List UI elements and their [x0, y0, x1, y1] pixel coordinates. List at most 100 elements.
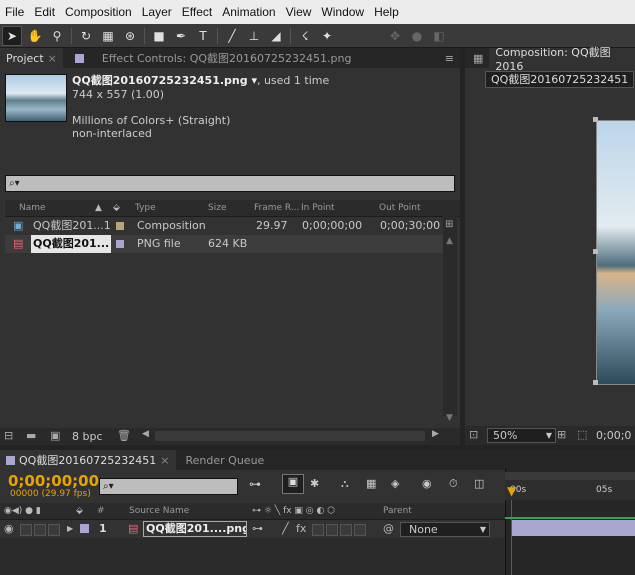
tab-effect-controls[interactable]: Effect Controls: QQ截图20160725232451.png	[69, 48, 358, 68]
timeline-search-input[interactable]: ⌕▾	[99, 478, 238, 495]
region-of-interest-icon[interactable]: ⬚	[577, 428, 587, 441]
current-time-display[interactable]: 0;00;00;00	[8, 472, 99, 490]
zoom-tool-icon[interactable]: ⚲	[48, 27, 66, 45]
col-name[interactable]: Name	[19, 200, 46, 216]
menu-effect[interactable]: Effect	[177, 5, 217, 19]
bpc-label[interactable]: 8 bpc	[72, 430, 103, 443]
puppet-tool-icon[interactable]: ✦	[318, 27, 336, 45]
table-row[interactable]: ▤ QQ截图201... PNG file 624 KB	[5, 235, 443, 253]
transform-handle[interactable]	[593, 249, 598, 254]
flowchart-icon[interactable]: ⊞	[445, 219, 453, 230]
menu-composition[interactable]: Composition	[60, 5, 137, 19]
axis-mode-icon[interactable]: ✥	[386, 27, 404, 45]
rectangle-tool-icon[interactable]: ■	[150, 27, 168, 45]
live-update-icon[interactable]: ◫	[474, 477, 484, 490]
table-row[interactable]: ◉ ▶ 1 ▤ QQ截图201....png ⊶ ╱ fx @ None ▼	[0, 520, 505, 538]
col-type[interactable]: Type	[135, 200, 156, 216]
adjustment-switch[interactable]	[340, 524, 352, 536]
brainstorm-icon[interactable]: ◉	[422, 477, 432, 490]
list-scrollbar[interactable]	[443, 216, 457, 416]
collapse-switch-icon[interactable]: ⊶	[252, 520, 263, 538]
effects-switch-icon[interactable]: fx	[296, 520, 306, 538]
project-search-input[interactable]: ⌕▾	[5, 175, 455, 192]
menu-window[interactable]: Window	[316, 5, 369, 19]
pick-whip-icon[interactable]: @	[383, 520, 394, 538]
time-ruler[interactable]: 00s 05s	[505, 480, 635, 500]
motion-blur-icon[interactable]: ▦	[366, 477, 376, 490]
playhead-line[interactable]	[511, 500, 512, 575]
scroll-right-icon[interactable]: ▶	[432, 429, 439, 439]
visibility-eye-icon[interactable]: ◉	[4, 520, 14, 538]
grid-icon[interactable]: ⊞	[557, 428, 566, 441]
col-in-point[interactable]: In Point	[301, 200, 335, 216]
view-axis-icon[interactable]: ◧	[430, 27, 448, 45]
horizontal-scrollbar[interactable]	[155, 431, 425, 441]
audio-toggle[interactable]	[20, 524, 32, 536]
world-axis-icon[interactable]: ●	[408, 27, 426, 45]
col-source-name[interactable]: Source Name	[129, 503, 189, 519]
tab-timeline[interactable]: QQ截图20160725232451 ×	[0, 450, 176, 470]
transform-handle[interactable]	[593, 117, 598, 122]
label-tag-icon[interactable]: ⬙	[76, 503, 83, 519]
menu-help[interactable]: Help	[369, 5, 404, 19]
comp-viewer-image[interactable]	[596, 120, 635, 385]
quality-switch-icon[interactable]: ╱	[282, 520, 289, 538]
row-name[interactable]: QQ截图201...	[31, 235, 111, 253]
av-features-icon[interactable]: ◉◀) ● ▮	[4, 503, 41, 519]
brush-tool-icon[interactable]: ╱	[223, 27, 241, 45]
comp-name-badge[interactable]: QQ截图20160725232451	[485, 71, 635, 88]
panel-menu-icon[interactable]: ≡	[445, 52, 454, 65]
frame-blending-icon[interactable]: ⛬	[341, 477, 349, 491]
label-color-swatch[interactable]	[116, 240, 124, 248]
panel-lock-icon[interactable]: ▦	[473, 52, 483, 65]
3d-layer-switch[interactable]	[354, 524, 366, 536]
scroll-down-icon[interactable]: ▼	[446, 413, 453, 423]
close-icon[interactable]: ×	[48, 52, 57, 65]
eraser-tool-icon[interactable]: ◢	[267, 27, 285, 45]
stopwatch-icon[interactable]: ⏱	[449, 477, 458, 491]
col-layer-number[interactable]: #	[97, 503, 105, 519]
layer-duration-bar[interactable]	[512, 520, 635, 536]
col-size[interactable]: Size	[208, 200, 226, 216]
zoom-select[interactable]: 50% ▼	[487, 428, 556, 443]
sort-up-icon[interactable]: ▲	[95, 200, 102, 216]
graph-editor-icon[interactable]: ◈	[391, 477, 399, 490]
comp-timecode[interactable]: 0;00;0	[596, 429, 635, 442]
hide-shy-layers-icon[interactable]: ✱	[310, 477, 319, 490]
camera-tool-icon[interactable]: ▦	[99, 27, 117, 45]
trash-icon[interactable]: 🗑	[117, 429, 131, 442]
roto-brush-tool-icon[interactable]: ☇	[296, 27, 314, 45]
menu-file[interactable]: File	[0, 5, 29, 19]
tab-composition[interactable]: Composition: QQ截图2016	[489, 46, 635, 73]
menu-edit[interactable]: Edit	[29, 5, 60, 19]
scroll-left-icon[interactable]: ◀	[142, 429, 149, 439]
switches-icons[interactable]: ⊶ ☼ ╲ fx ▣ ◎ ◐ ⬡	[252, 503, 335, 519]
current-time-indicator-icon[interactable]: ▼	[507, 484, 516, 498]
menu-layer[interactable]: Layer	[137, 5, 177, 19]
layer-source-name[interactable]: QQ截图201....png	[143, 521, 247, 537]
expand-triangle-icon[interactable]: ▶	[67, 520, 73, 538]
col-parent[interactable]: Parent	[383, 503, 412, 519]
pan-behind-tool-icon[interactable]: ⊛	[121, 27, 139, 45]
transform-handle[interactable]	[593, 380, 598, 385]
col-out-point[interactable]: Out Point	[379, 200, 421, 216]
new-folder-icon[interactable]: ▬	[26, 429, 36, 442]
menu-view[interactable]: View	[281, 5, 317, 19]
label-tag-icon[interactable]: ⬙	[113, 200, 120, 216]
col-frame-rate[interactable]: Frame R...	[254, 200, 299, 216]
solo-toggle[interactable]	[34, 524, 46, 536]
menu-animation[interactable]: Animation	[217, 5, 280, 19]
label-color-swatch[interactable]	[80, 524, 89, 533]
parent-select[interactable]: None ▼	[400, 522, 490, 537]
table-row[interactable]: ▣ QQ截图201...1 Composition 29.97 0;00;00;…	[5, 217, 443, 235]
motion-blur-switch[interactable]	[326, 524, 338, 536]
magnification-icon[interactable]: ⊡	[469, 428, 478, 441]
new-composition-icon[interactable]: ▣	[50, 429, 60, 442]
work-area-bar[interactable]	[505, 472, 635, 480]
clone-stamp-tool-icon[interactable]: ⊥	[245, 27, 263, 45]
hand-tool-icon[interactable]: ✋	[26, 27, 44, 45]
frame-blend-switch[interactable]	[312, 524, 324, 536]
label-color-swatch[interactable]	[116, 222, 124, 230]
pen-tool-icon[interactable]: ✒	[172, 27, 190, 45]
draft-3d-icon[interactable]: ▣	[282, 474, 304, 494]
